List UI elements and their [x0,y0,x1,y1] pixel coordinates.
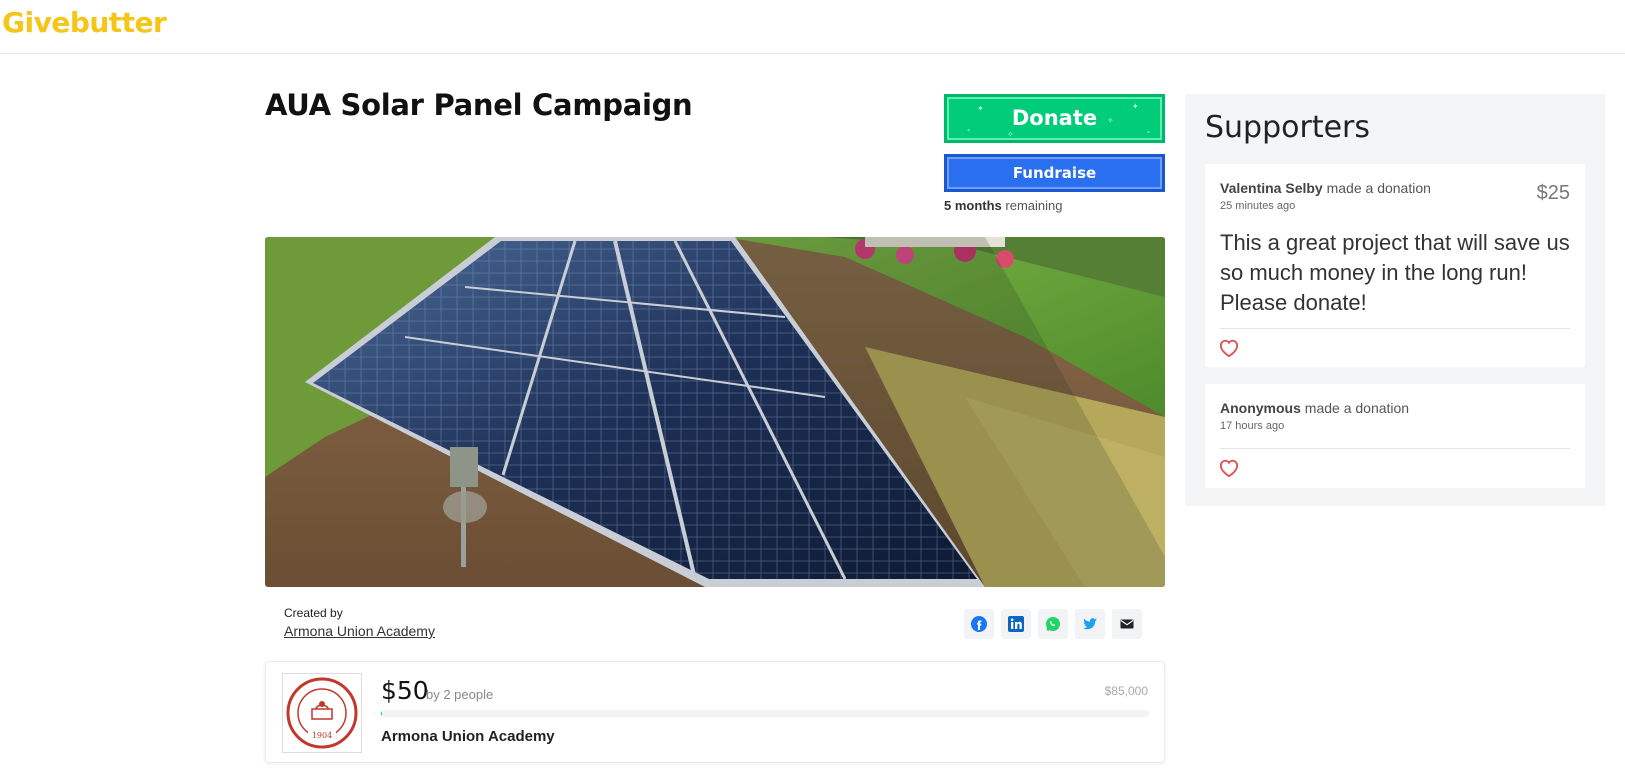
creator-link[interactable]: Armona Union Academy [284,623,435,639]
supporters-title: Supporters [1205,110,1371,145]
supporter-time: 17 hours ago [1220,420,1285,432]
organization-name: Armona Union Academy [381,728,555,745]
supporter-card: Anonymous made a donation 17 hours ago [1205,384,1585,488]
supporter-action: made a donation [1322,180,1431,196]
page-title: AUA Solar Panel Campaign [265,88,693,122]
supporter-name-line: Anonymous made a donation [1220,400,1409,416]
supporter-action: made a donation [1300,400,1410,416]
solar-panels-image [265,237,1165,587]
email-icon [1120,619,1134,629]
divider [1220,328,1570,329]
campaign-hero-image [265,237,1165,587]
academy-seal-icon: 1904 [286,677,358,749]
supporter-name: Anonymous [1220,400,1301,416]
campaign-progress-card: 1904 $50 by 2 people $85,000 Armona Unio… [265,661,1165,763]
donate-button[interactable]: ✦ · ✦ ✧ · ✧ Donate [944,94,1165,143]
organization-logo: 1904 [282,673,362,753]
supporter-card: Valentina Selby made a donation 25 minut… [1205,164,1585,367]
remaining-suffix: remaining [1001,198,1063,213]
supporters-panel: Supporters Valentina Selby made a donati… [1185,94,1605,506]
supporter-time: 25 minutes ago [1220,200,1296,212]
top-navbar: Givebutter [0,0,1625,54]
fundraise-button[interactable]: Fundraise [944,154,1165,192]
donate-label: Donate [1011,106,1098,130]
whatsapp-share-button[interactable] [1038,609,1068,639]
heart-icon[interactable] [1218,458,1240,478]
seal-year: 1904 [312,731,332,740]
linkedin-share-button[interactable] [1001,609,1031,639]
facebook-share-button[interactable] [964,609,994,639]
created-by-label: Created by [284,606,343,620]
fundraise-label: Fundraise [1012,164,1097,182]
twitter-share-button[interactable] [1075,609,1105,639]
supporter-name: Valentina Selby [1220,180,1323,196]
givebutter-logo[interactable]: Givebutter [2,6,167,39]
time-remaining: 5 months remaining [944,198,1063,213]
goal-amount: $85,000 [1104,684,1148,698]
progress-bar [381,710,1149,717]
divider [1220,448,1570,449]
twitter-icon [1083,618,1097,630]
donor-count: by 2 people [426,687,494,702]
email-share-button[interactable] [1112,609,1142,639]
amount-raised: $50 [381,676,429,705]
supporter-name-line: Valentina Selby made a donation [1220,180,1431,196]
heart-icon[interactable] [1218,338,1240,358]
linkedin-icon [1008,616,1024,632]
whatsapp-icon [1046,617,1060,631]
donation-amount: $25 [1536,182,1570,204]
facebook-icon [971,616,987,632]
share-buttons [964,609,1142,639]
supporter-message: This a great project that will save us s… [1220,230,1570,315]
remaining-duration: 5 months [944,198,1002,213]
